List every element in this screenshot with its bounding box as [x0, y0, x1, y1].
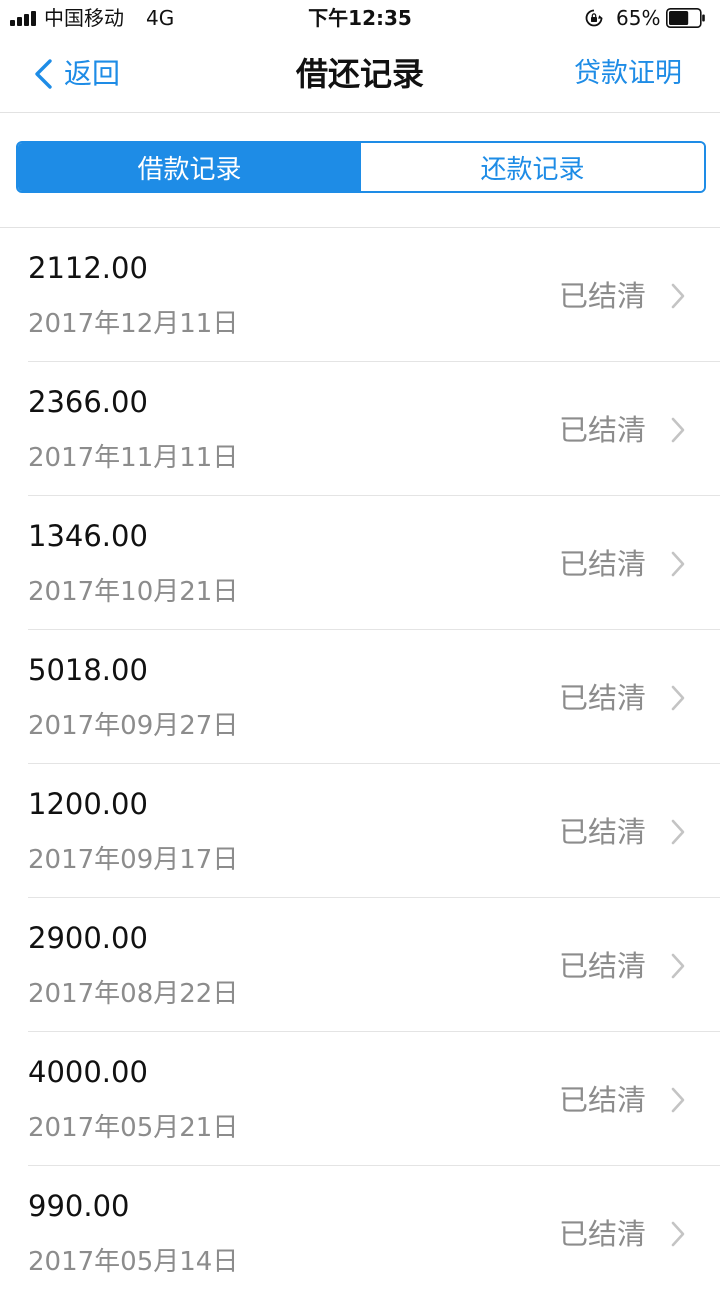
record-date: 2017年12月11日 — [28, 309, 239, 339]
record-list: 2112.00 2017年12月11日 已结清 2366.00 2017年11月… — [0, 228, 720, 1300]
list-item[interactable]: 4000.00 2017年05月21日 已结清 — [0, 1032, 720, 1166]
record-date: 2017年08月22日 — [28, 979, 239, 1009]
navigation-bar: 返回 借还记录 贷款证明 — [0, 36, 720, 113]
orientation-lock-icon — [585, 9, 603, 27]
record-date: 2017年11月11日 — [28, 443, 239, 473]
chevron-right-icon — [671, 1087, 685, 1113]
record-date: 2017年05月14日 — [28, 1247, 239, 1277]
record-status: 已结清 — [558, 681, 646, 715]
record-amount: 2366.00 — [28, 385, 148, 419]
record-amount: 4000.00 — [28, 1055, 148, 1089]
record-date: 2017年05月21日 — [28, 1113, 239, 1143]
list-item[interactable]: 2366.00 2017年11月11日 已结清 — [0, 362, 720, 496]
status-time: 下午12:35 — [308, 6, 412, 30]
record-status: 已结清 — [558, 1217, 646, 1251]
chevron-right-icon — [671, 417, 685, 443]
list-item[interactable]: 2112.00 2017年12月11日 已结清 — [0, 228, 720, 362]
record-amount: 2900.00 — [28, 921, 148, 955]
record-status: 已结清 — [558, 279, 646, 313]
record-date: 2017年09月17日 — [28, 845, 239, 875]
record-date: 2017年10月21日 — [28, 577, 239, 607]
record-amount: 990.00 — [28, 1189, 130, 1223]
tab-borrow-records[interactable]: 借款记录 — [18, 143, 361, 191]
record-status: 已结清 — [558, 949, 646, 983]
list-item[interactable]: 2900.00 2017年08月22日 已结清 — [0, 898, 720, 1032]
chevron-right-icon — [671, 819, 685, 845]
status-bar: 中国移动 4G 下午12:35 65% — [0, 0, 720, 36]
battery-percent: 65% — [616, 6, 661, 30]
record-amount: 5018.00 — [28, 653, 148, 687]
record-status: 已结清 — [558, 413, 646, 447]
record-amount: 2112.00 — [28, 251, 148, 285]
list-item[interactable]: 1200.00 2017年09月17日 已结清 — [0, 764, 720, 898]
record-amount: 1346.00 — [28, 519, 148, 553]
record-status: 已结清 — [558, 547, 646, 581]
tab-bar-area: 借款记录 还款记录 — [0, 113, 720, 228]
chevron-right-icon — [671, 953, 685, 979]
chevron-right-icon — [671, 551, 685, 577]
loan-certificate-button[interactable]: 贷款证明 — [574, 56, 682, 92]
chevron-right-icon — [671, 283, 685, 309]
record-date: 2017年09月27日 — [28, 711, 239, 741]
record-amount: 1200.00 — [28, 787, 148, 821]
battery-icon — [666, 8, 705, 28]
tab-repay-records[interactable]: 还款记录 — [361, 143, 704, 191]
segmented-control: 借款记录 还款记录 — [16, 141, 706, 193]
list-item[interactable]: 1346.00 2017年10月21日 已结清 — [0, 496, 720, 630]
chevron-right-icon — [671, 685, 685, 711]
record-status: 已结清 — [558, 1083, 646, 1117]
list-item[interactable]: 5018.00 2017年09月27日 已结清 — [0, 630, 720, 764]
record-status: 已结清 — [558, 815, 646, 849]
chevron-right-icon — [671, 1221, 685, 1247]
